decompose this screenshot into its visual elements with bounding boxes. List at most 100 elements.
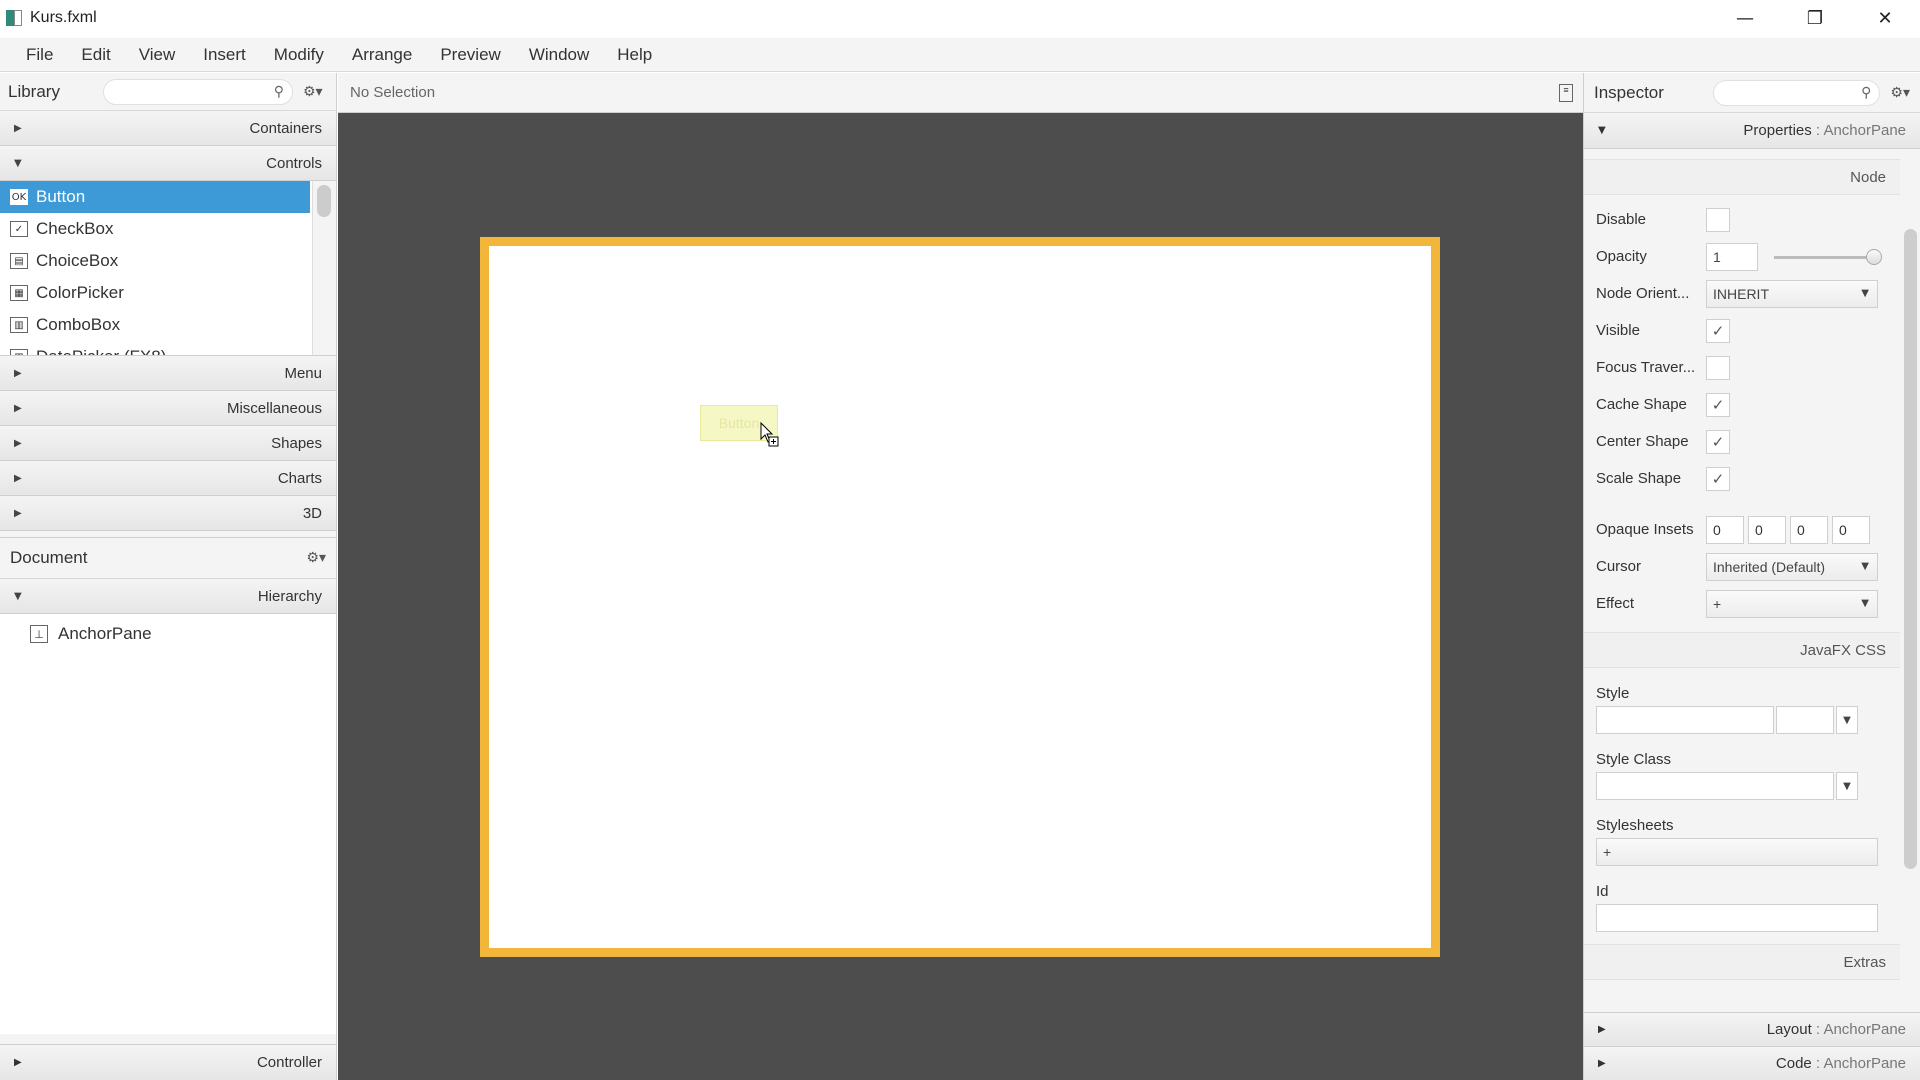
- list-item-datepicker[interactable]: ▦ DatePicker (FX8): [0, 341, 310, 355]
- section-label: Menu: [284, 364, 322, 382]
- list-item-label: ColorPicker: [36, 283, 124, 302]
- section-3d[interactable]: ▶ 3D: [0, 496, 336, 531]
- document-title: Document: [10, 548, 88, 567]
- list-item-checkbox[interactable]: ✓ CheckBox: [0, 213, 310, 245]
- style-input[interactable]: [1596, 706, 1774, 734]
- group-javafx-css: JavaFX CSS: [1584, 632, 1900, 668]
- search-icon: ⚲: [1861, 83, 1872, 100]
- section-properties[interactable]: ▼ Properties : AnchorPane: [1584, 113, 1920, 149]
- inspector-panel: Inspector ⚲ ⚙▾ ▼ Properties : AnchorPane…: [1583, 73, 1920, 1080]
- controls-list: OK Button ✓ CheckBox ▤ ChoiceBox ▦ Color…: [0, 181, 336, 356]
- gear-icon[interactable]: ⚙▾: [1890, 85, 1910, 101]
- menu-edit[interactable]: Edit: [67, 45, 124, 65]
- window-title: Kurs.fxml: [30, 9, 97, 26]
- triangle-right-icon: ▶: [14, 472, 22, 484]
- restore-button[interactable]: ❐: [1780, 0, 1850, 36]
- gear-icon[interactable]: ⚙▾: [303, 84, 323, 100]
- slider-knob[interactable]: [1866, 249, 1882, 265]
- minimize-button[interactable]: —: [1710, 0, 1780, 36]
- list-item-button[interactable]: OK Button: [0, 181, 310, 213]
- section-menu[interactable]: ▶ Menu: [0, 356, 336, 391]
- properties-title: Properties : AnchorPane: [1743, 122, 1906, 139]
- content-header: No Selection ≡: [338, 73, 1583, 113]
- list-item-combobox[interactable]: ▥ ComboBox: [0, 309, 310, 341]
- menu-modify[interactable]: Modify: [260, 45, 338, 65]
- prop-label: Scale Shape: [1596, 470, 1682, 487]
- document-icon[interactable]: ≡: [1559, 84, 1573, 102]
- style-value-input[interactable]: [1776, 706, 1834, 734]
- section-label: Controls: [266, 154, 322, 172]
- scrollbar-thumb[interactable]: [1904, 229, 1917, 869]
- triangle-right-icon: ▶: [1598, 1058, 1606, 1069]
- list-item-label: DatePicker (FX8): [36, 347, 166, 355]
- menu-window[interactable]: Window: [515, 45, 603, 65]
- anchorpane-icon: ⊥: [30, 625, 48, 643]
- datepicker-icon: ▦: [10, 349, 28, 355]
- disable-checkbox[interactable]: [1706, 207, 1730, 232]
- properties-label: Properties: [1743, 122, 1812, 139]
- scale-shape-checkbox[interactable]: ✓: [1706, 466, 1730, 491]
- prop-label: Opacity: [1596, 248, 1647, 265]
- cache-shape-checkbox[interactable]: ✓: [1706, 392, 1730, 417]
- prop-cache-shape: Cache Shape ✓: [1584, 386, 1900, 423]
- menu-arrange[interactable]: Arrange: [338, 45, 426, 65]
- chevron-down-icon[interactable]: ▼: [1836, 706, 1858, 734]
- cursor-combo[interactable]: Inherited (Default) ▼: [1706, 552, 1878, 581]
- visible-checkbox[interactable]: ✓: [1706, 318, 1730, 343]
- section-label: Miscellaneous: [226, 399, 322, 417]
- controls-scrollbar[interactable]: [312, 181, 336, 355]
- chevron-down-icon[interactable]: ▼: [1836, 772, 1858, 800]
- section-charts[interactable]: ▶ Charts: [0, 461, 336, 496]
- inset-right-input[interactable]: 0: [1748, 515, 1786, 544]
- gear-icon[interactable]: ⚙▾: [306, 550, 326, 566]
- close-button[interactable]: ✕: [1850, 0, 1920, 36]
- menu-file[interactable]: File: [12, 45, 67, 65]
- library-search-input[interactable]: ⚲: [103, 78, 293, 105]
- inset-bottom-input[interactable]: 0: [1790, 515, 1828, 544]
- design-canvas[interactable]: Button: [338, 113, 1583, 1080]
- opacity-slider[interactable]: [1774, 249, 1882, 265]
- center-shape-checkbox[interactable]: ✓: [1706, 429, 1730, 454]
- opacity-input[interactable]: 1: [1706, 242, 1758, 271]
- focus-traversable-checkbox[interactable]: [1706, 355, 1730, 380]
- inset-left-input[interactable]: 0: [1832, 515, 1870, 544]
- menu-help[interactable]: Help: [603, 45, 666, 65]
- menu-insert[interactable]: Insert: [189, 45, 260, 65]
- menu-view[interactable]: View: [125, 45, 190, 65]
- list-item-choicebox[interactable]: ▤ ChoiceBox: [0, 245, 310, 277]
- section-controls[interactable]: ▼ Controls: [0, 146, 336, 181]
- section-code[interactable]: ▶ Code : AnchorPane: [1584, 1046, 1920, 1080]
- anchor-pane[interactable]: Button: [480, 237, 1440, 957]
- triangle-down-icon: ▼: [14, 157, 22, 169]
- effect-combo[interactable]: + ▼: [1706, 589, 1878, 618]
- prop-visible: Visible ✓: [1584, 312, 1900, 349]
- section-miscellaneous[interactable]: ▶ Miscellaneous: [0, 391, 336, 426]
- node-orientation-combo[interactable]: INHERIT ▼: [1706, 279, 1878, 308]
- inspector-search-input[interactable]: ⚲: [1712, 79, 1881, 106]
- prop-opaque-insets: Opaque Insets 0 0 0 0: [1584, 511, 1900, 548]
- section-containers[interactable]: ▶ Containers: [0, 111, 336, 146]
- id-input[interactable]: [1596, 904, 1878, 932]
- combobox-icon: ▥: [10, 317, 28, 333]
- prop-focus-traversable: Focus Traver...: [1584, 349, 1900, 386]
- prop-label: Cache Shape: [1596, 396, 1687, 413]
- section-controller[interactable]: ▶ Controller: [0, 1044, 336, 1080]
- section-layout[interactable]: ▶ Layout : AnchorPane: [1584, 1012, 1920, 1046]
- selection-status: No Selection: [350, 84, 436, 101]
- inset-top-input[interactable]: 0: [1706, 515, 1744, 544]
- section-hierarchy[interactable]: ▼ Hierarchy: [0, 579, 336, 614]
- add-stylesheet-button[interactable]: +: [1596, 838, 1878, 866]
- choicebox-icon: ▤: [10, 253, 28, 269]
- list-item-label: ComboBox: [36, 315, 121, 334]
- library-title: Library: [8, 81, 60, 101]
- scrollbar-thumb[interactable]: [317, 185, 331, 217]
- triangle-down-icon: ▼: [1598, 125, 1606, 136]
- inspector-scrollbar[interactable]: [1900, 149, 1920, 1005]
- tree-item-anchorpane[interactable]: ⊥ AnchorPane: [0, 620, 336, 648]
- menu-preview[interactable]: Preview: [426, 45, 514, 65]
- style-class-input[interactable]: [1596, 772, 1834, 800]
- button-icon: OK: [10, 189, 28, 205]
- section-shapes[interactable]: ▶ Shapes: [0, 426, 336, 461]
- list-item-colorpicker[interactable]: ▦ ColorPicker: [0, 277, 310, 309]
- properties-target: : AnchorPane: [1811, 122, 1906, 139]
